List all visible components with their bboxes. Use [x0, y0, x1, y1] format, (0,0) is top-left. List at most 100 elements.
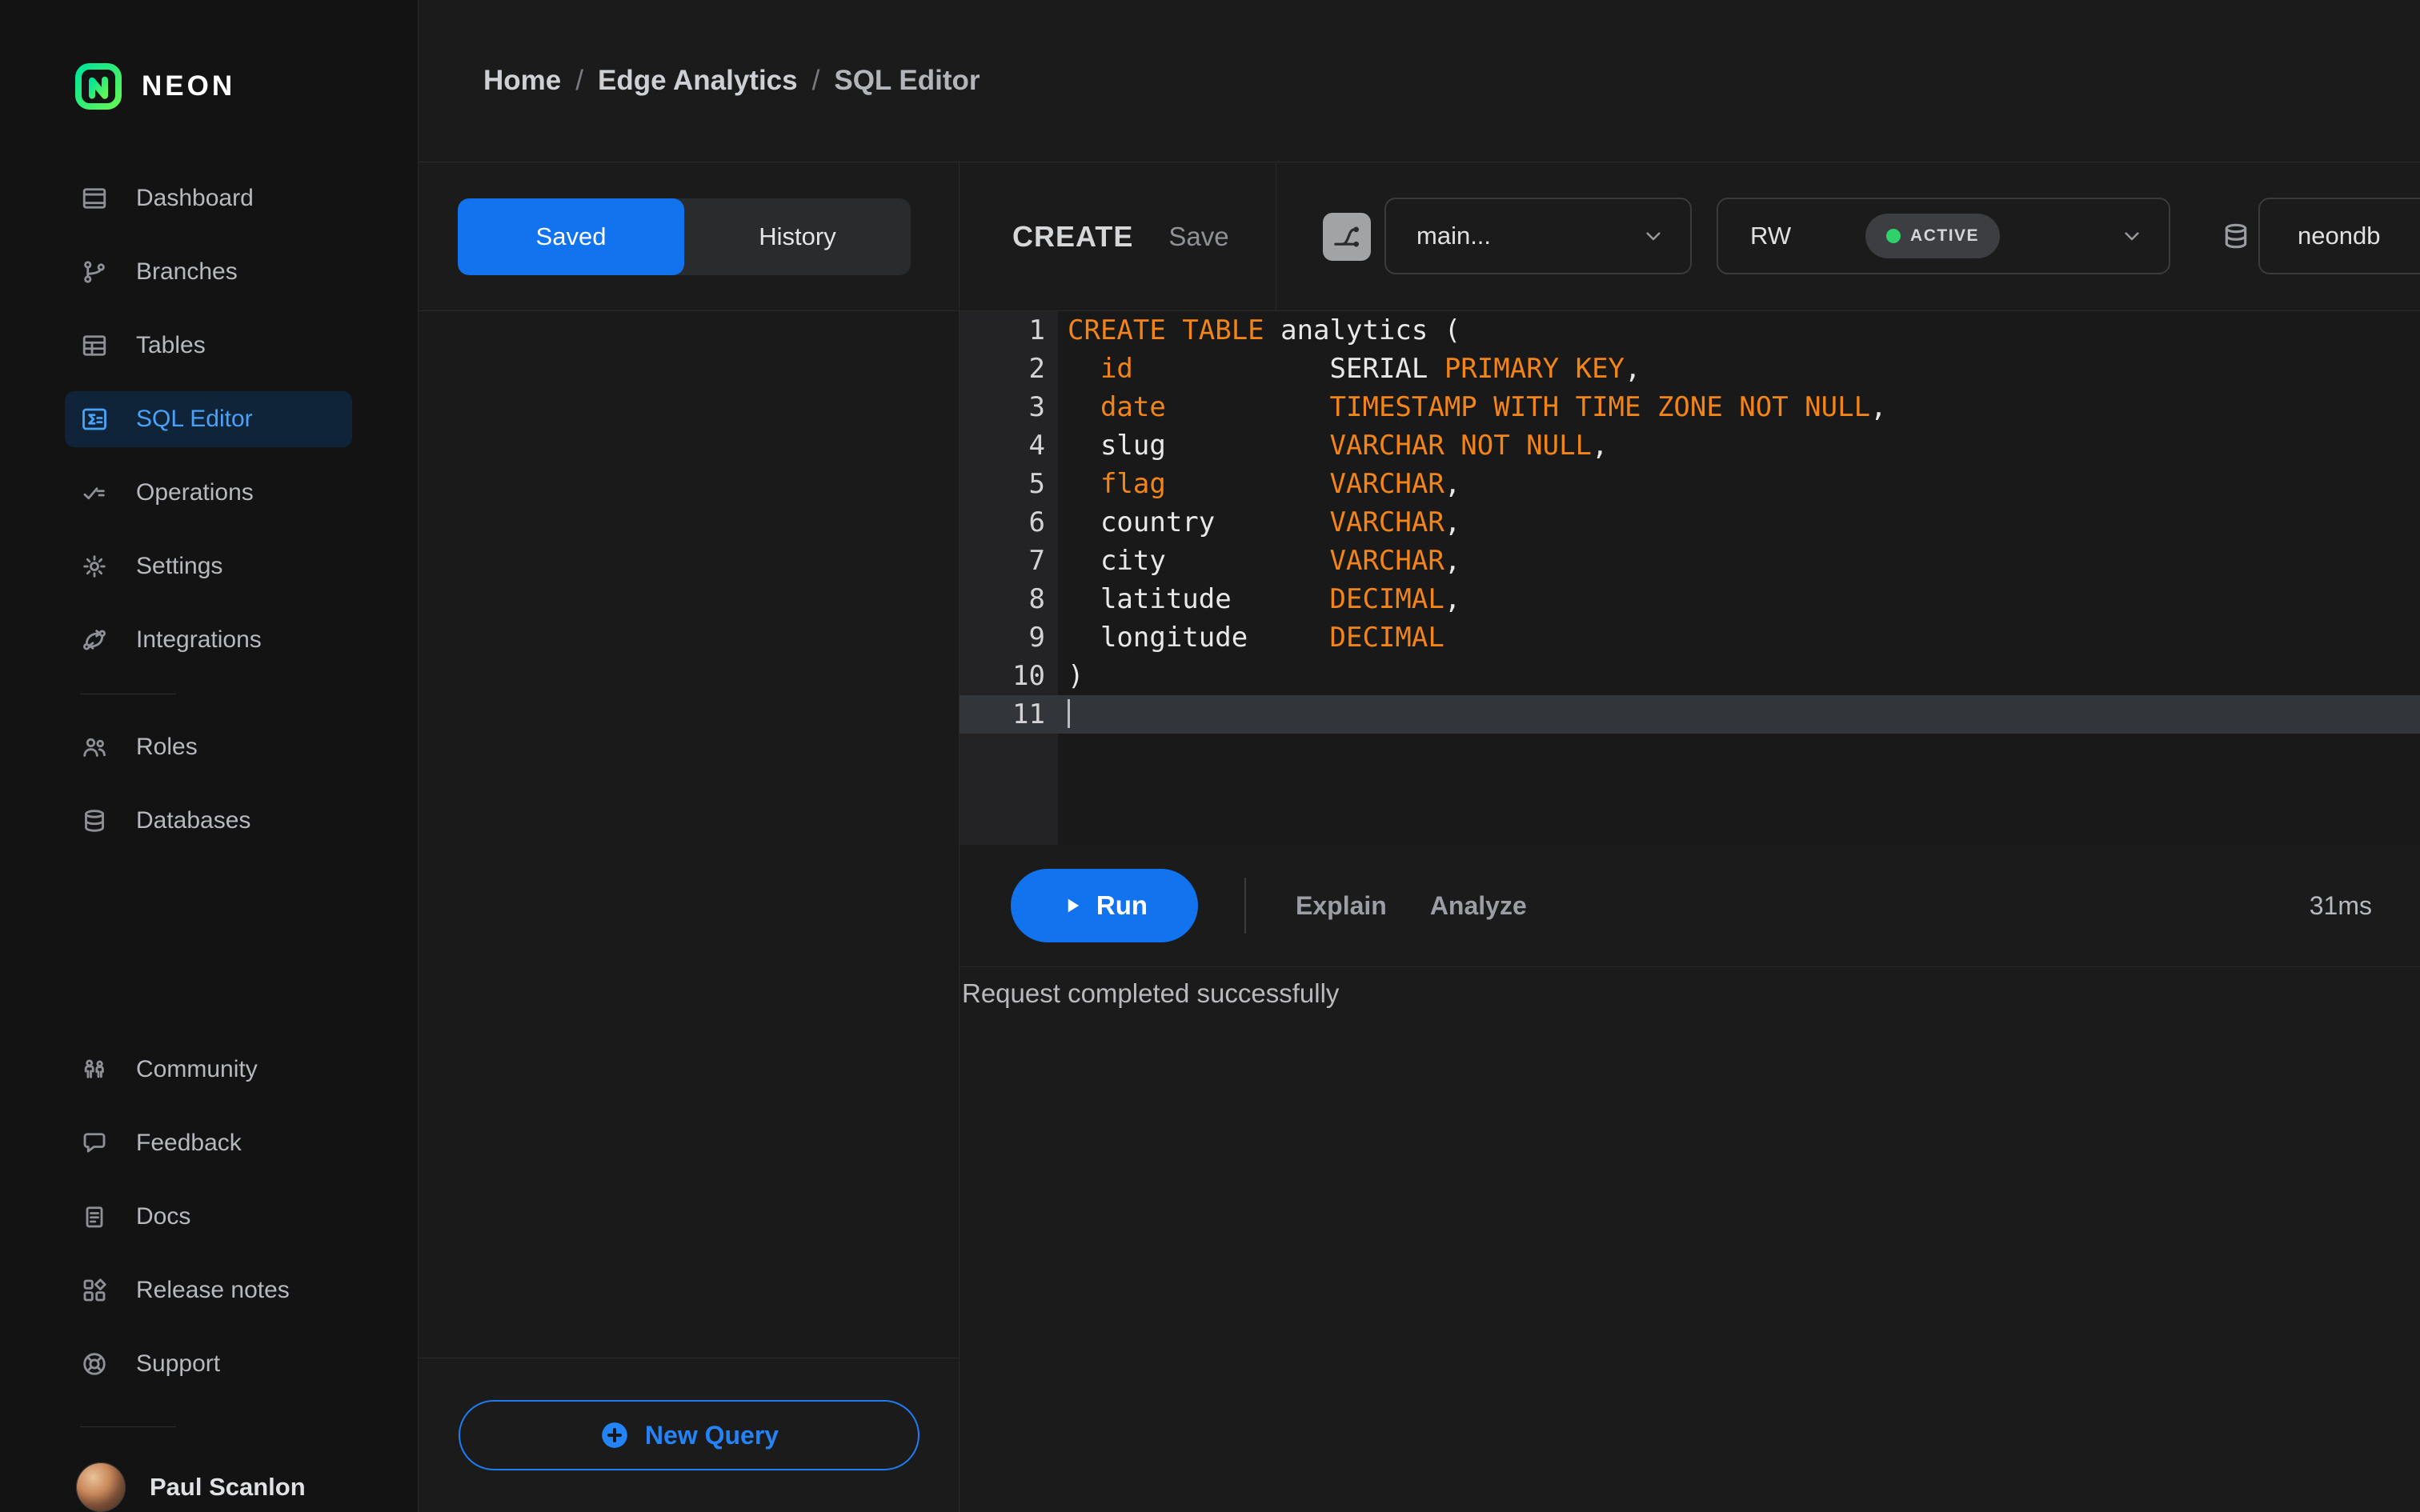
- sidebar-item-databases[interactable]: Databases: [0, 784, 418, 858]
- new-query-label: New Query: [644, 1420, 779, 1450]
- sidebar-item-support[interactable]: Support: [0, 1327, 418, 1401]
- support-icon: [80, 1350, 109, 1378]
- code-line-content: city VARCHAR,: [1068, 545, 1461, 577]
- code-line[interactable]: 11: [960, 695, 2420, 734]
- branch-select[interactable]: main...: [1384, 198, 1692, 274]
- sql-editor-icon: [80, 405, 109, 434]
- code-line[interactable]: 9 longitude DECIMAL: [960, 618, 2420, 657]
- status-dot-icon: [1886, 229, 1901, 243]
- breadcrumb-item[interactable]: SQL Editor: [834, 65, 980, 97]
- code-line[interactable]: 2 id SERIAL PRIMARY KEY,: [960, 350, 2420, 388]
- sidebar-item-label: Branches: [136, 258, 238, 285]
- sidebar-nav-main: Dashboard Branches Tables SQL Editor Operati…: [0, 162, 418, 677]
- run-bar: Run Explain Analyze 31ms: [960, 845, 2420, 967]
- code-line[interactable]: 3 date TIMESTAMP WITH TIME ZONE NOT NULL…: [960, 388, 2420, 426]
- sidebar-item-label: Databases: [136, 807, 251, 834]
- sidebar-item-feedback[interactable]: Feedback: [0, 1106, 418, 1180]
- gutter-background: [960, 734, 1058, 845]
- code-line[interactable]: 10): [960, 657, 2420, 695]
- main-area: Home / Edge Analytics / SQL Editor Saved His…: [419, 0, 2420, 1512]
- roles-icon: [80, 733, 109, 762]
- user-menu[interactable]: Paul Scanlon: [0, 1462, 418, 1512]
- sidebar-item-operations[interactable]: Operations: [0, 456, 418, 530]
- code-line-content: country VARCHAR,: [1068, 506, 1461, 538]
- code-line[interactable]: 6 country VARCHAR,: [960, 503, 2420, 542]
- query-title-block: CREATE Save: [960, 162, 1276, 310]
- sql-code-editor[interactable]: 1 CREATE TABLE analytics (2 id SERIAL PRI…: [960, 311, 2420, 845]
- sidebar-item-label: Operations: [136, 479, 254, 506]
- sidebar-item-settings[interactable]: Settings: [0, 530, 418, 603]
- breadcrumb-item[interactable]: Edge Analytics: [598, 65, 798, 97]
- dashboard-icon: [80, 184, 109, 213]
- sidebar-item-roles[interactable]: Roles: [0, 710, 418, 784]
- sidebar-item-label: Community: [136, 1056, 258, 1082]
- sidebar-item-sql-editor[interactable]: SQL Editor: [0, 382, 418, 456]
- breadcrumb: Home / Edge Analytics / SQL Editor: [419, 0, 2420, 162]
- database-select[interactable]: neondb: [2258, 198, 2420, 274]
- run-label: Run: [1096, 890, 1148, 920]
- breadcrumb-separator: /: [811, 65, 820, 96]
- sidebar-item-release-notes[interactable]: Release notes: [0, 1254, 418, 1327]
- sidebar-nav-footer: Community Feedback Docs Release notes Suppor…: [0, 1033, 418, 1401]
- sidebar-item-dashboard[interactable]: Dashboard: [0, 162, 418, 235]
- saved-history-toggle: Saved History: [458, 198, 911, 275]
- saved-queries-list: [419, 311, 959, 1358]
- result-area: Request completed successfully: [960, 967, 2420, 1512]
- save-button[interactable]: Save: [1168, 222, 1228, 252]
- sidebar-item-label: Feedback: [136, 1130, 242, 1156]
- line-number: 10: [960, 657, 1058, 695]
- tab-history[interactable]: History: [684, 198, 911, 275]
- code-line-content: slug VARCHAR NOT NULL,: [1068, 430, 1609, 462]
- workspace: Saved History New Query CREATE Save main…: [419, 162, 2420, 1512]
- line-number: 6: [960, 503, 1058, 542]
- sidebar-item-label: Release notes: [136, 1277, 290, 1303]
- docs-icon: [80, 1202, 109, 1231]
- code-line[interactable]: 1 CREATE TABLE analytics (: [960, 311, 2420, 350]
- brand[interactable]: NEON: [74, 62, 418, 110]
- analyze-button[interactable]: Analyze: [1430, 891, 1527, 921]
- tab-saved[interactable]: Saved: [458, 198, 684, 275]
- chevron-down-icon: [1641, 223, 1666, 249]
- code-line[interactable]: 4 slug VARCHAR NOT NULL,: [960, 426, 2420, 465]
- text-cursor: [1068, 699, 1070, 728]
- branch-select-value: main...: [1416, 222, 1492, 250]
- sidebar-item-integrations[interactable]: Integrations: [0, 603, 418, 677]
- query-duration: 31ms: [2309, 890, 2372, 920]
- app-root: NEON Dashboard Branches Tables SQL Editor Op…: [0, 0, 2420, 1512]
- sidebar-item-community[interactable]: Community: [0, 1033, 418, 1106]
- compute-select-value: RW: [1750, 222, 1792, 250]
- sidebar-item-tables[interactable]: Tables: [0, 309, 418, 382]
- run-bar-divider: [1244, 878, 1246, 934]
- code-line-content: [1058, 695, 2420, 734]
- compute-status-badge: ACTIVE: [1865, 214, 2001, 258]
- new-query-button[interactable]: New Query: [458, 1400, 920, 1470]
- explain-button[interactable]: Explain: [1296, 891, 1387, 921]
- code-line[interactable]: 5 flag VARCHAR,: [960, 465, 2420, 503]
- brand-name: NEON: [142, 70, 236, 102]
- code-line-content: id SERIAL PRIMARY KEY,: [1100, 353, 1641, 385]
- breadcrumb-item[interactable]: Home: [483, 65, 561, 97]
- tables-icon: [80, 331, 109, 360]
- user-name: Paul Scanlon: [150, 1473, 306, 1501]
- status-message: Request completed successfully: [962, 978, 1340, 1008]
- code-gutter-filler: [960, 734, 2420, 845]
- sidebar-item-label: Roles: [136, 734, 198, 760]
- sidebar-item-label: SQL Editor: [136, 406, 253, 432]
- sidebar-item-label: Integrations: [136, 626, 262, 653]
- sidebar-item-docs[interactable]: Docs: [0, 1180, 418, 1254]
- community-icon: [80, 1055, 109, 1084]
- run-button[interactable]: Run: [1011, 869, 1198, 942]
- sidebar-item-branches[interactable]: Branches: [0, 235, 418, 309]
- line-number: 9: [960, 618, 1058, 657]
- avatar[interactable]: [76, 1462, 126, 1512]
- compute-select[interactable]: RW ACTIVE: [1717, 198, 2170, 274]
- neon-logo: [74, 62, 122, 110]
- databases-icon: [80, 806, 109, 835]
- code-line[interactable]: 7 city VARCHAR,: [960, 542, 2420, 580]
- code-line[interactable]: 8 latitude DECIMAL,: [960, 580, 2420, 618]
- branch-compute-button[interactable]: [1323, 213, 1371, 261]
- database-icon: [2220, 220, 2252, 252]
- sidebar-item-label: Support: [136, 1350, 221, 1377]
- release-notes-icon: [80, 1276, 109, 1305]
- line-number: 2: [960, 350, 1058, 388]
